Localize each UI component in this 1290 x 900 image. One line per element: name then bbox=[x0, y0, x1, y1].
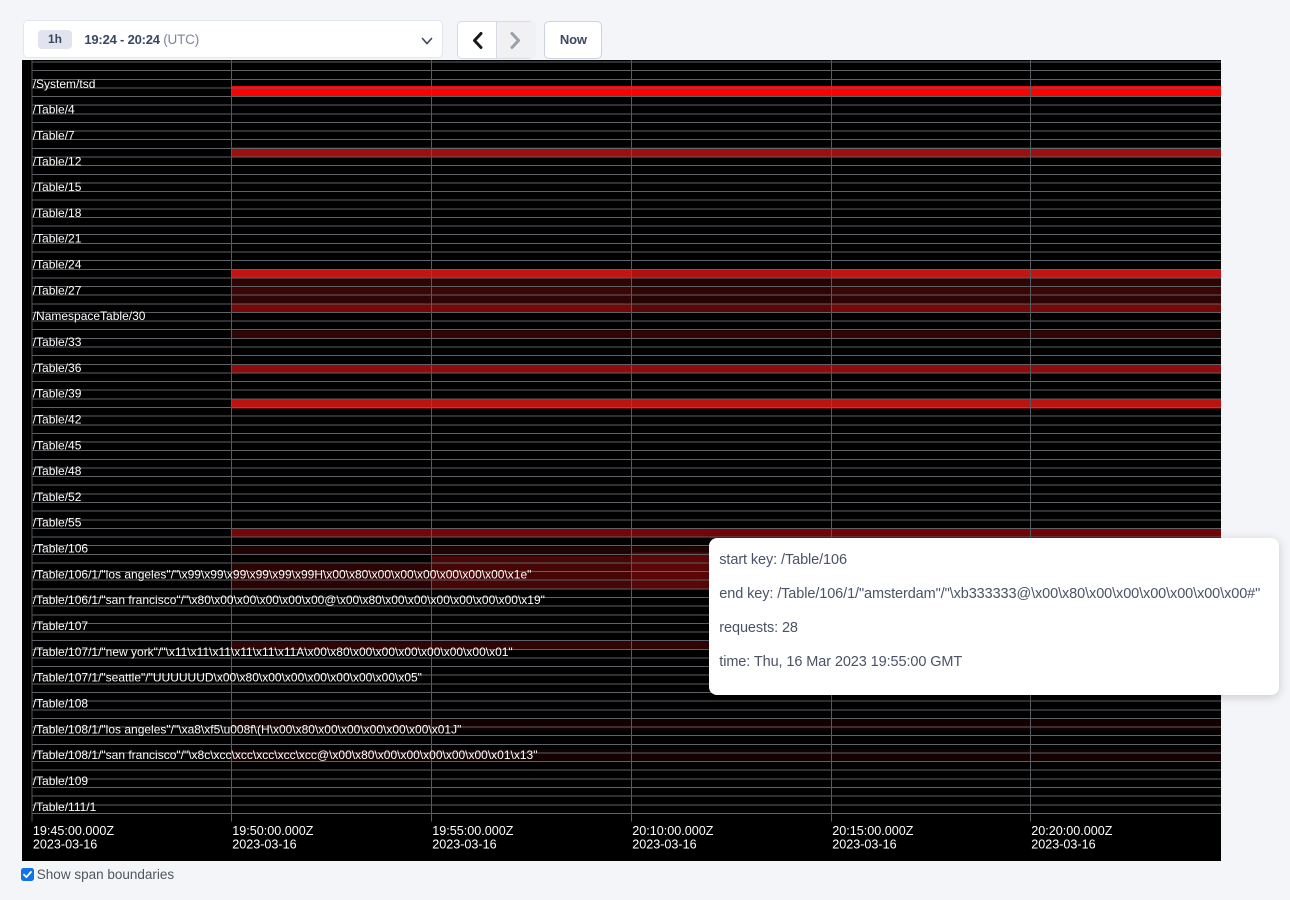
svg-text:/Table/33: /Table/33 bbox=[32, 335, 81, 349]
svg-text:/Table/106/1/"san francisco"/": /Table/106/1/"san francisco"/"\x80\x00\x… bbox=[32, 593, 544, 607]
svg-text:2023-03-16: 2023-03-16 bbox=[432, 838, 496, 852]
svg-text:/Table/48: /Table/48 bbox=[32, 464, 81, 478]
svg-text:19:45:00.000Z: 19:45:00.000Z bbox=[32, 824, 114, 838]
svg-text:20:20:00.000Z: 20:20:00.000Z bbox=[1031, 824, 1113, 838]
svg-text:/System/tsd: /System/tsd bbox=[32, 77, 95, 91]
svg-text:/Table/12: /Table/12 bbox=[32, 155, 81, 169]
svg-text:/Table/7: /Table/7 bbox=[32, 129, 74, 143]
svg-text:2023-03-16: 2023-03-16 bbox=[1031, 838, 1095, 852]
svg-text:/Table/109: /Table/109 bbox=[32, 774, 88, 788]
svg-text:19:55:00.000Z: 19:55:00.000Z bbox=[432, 824, 514, 838]
svg-text:2023-03-16: 2023-03-16 bbox=[632, 838, 696, 852]
svg-text:/Table/21: /Table/21 bbox=[32, 232, 81, 246]
svg-text:/Table/45: /Table/45 bbox=[32, 439, 81, 453]
svg-text:20:15:00.000Z: 20:15:00.000Z bbox=[832, 824, 914, 838]
svg-text:/Table/106: /Table/106 bbox=[32, 542, 88, 556]
svg-text:/Table/55: /Table/55 bbox=[32, 516, 81, 530]
svg-text:2023-03-16: 2023-03-16 bbox=[832, 838, 896, 852]
svg-text:/Table/4: /Table/4 bbox=[32, 103, 74, 117]
svg-text:/Table/108: /Table/108 bbox=[32, 697, 88, 711]
svg-text:/Table/107/1/"seattle"/"UUUUUU: /Table/107/1/"seattle"/"UUUUUUD\x00\x80\… bbox=[32, 671, 421, 685]
svg-text:/Table/15: /Table/15 bbox=[32, 180, 81, 194]
svg-text:/Table/111/1: /Table/111/1 bbox=[32, 800, 96, 814]
svg-text:/Table/108/1/"san francisco"/": /Table/108/1/"san francisco"/"\x8c\xcc\x… bbox=[32, 748, 537, 762]
svg-text:/Table/36: /Table/36 bbox=[32, 361, 81, 375]
svg-text:/Table/106/1/"los angeles"/"\x: /Table/106/1/"los angeles"/"\x99\x99\x99… bbox=[32, 568, 531, 582]
svg-text:19:50:00.000Z: 19:50:00.000Z bbox=[232, 824, 314, 838]
svg-text:2023-03-16: 2023-03-16 bbox=[232, 838, 296, 852]
svg-text:/Table/52: /Table/52 bbox=[32, 490, 81, 504]
svg-text:/Table/27: /Table/27 bbox=[32, 284, 81, 298]
svg-text:/Table/39: /Table/39 bbox=[32, 387, 81, 401]
svg-text:/Table/107: /Table/107 bbox=[32, 619, 88, 633]
svg-text:2023-03-16: 2023-03-16 bbox=[32, 838, 96, 852]
svg-text:/Table/107/1/"new york"/"\x11\: /Table/107/1/"new york"/"\x11\x11\x11\x1… bbox=[32, 645, 512, 659]
svg-text:20:10:00.000Z: 20:10:00.000Z bbox=[632, 824, 714, 838]
svg-text:/Table/18: /Table/18 bbox=[32, 206, 81, 220]
svg-text:/Table/108/1/"los angeles"/"\x: /Table/108/1/"los angeles"/"\xa8\xf5\u00… bbox=[32, 723, 461, 737]
svg-text:/NamespaceTable/30: /NamespaceTable/30 bbox=[32, 309, 145, 323]
svg-text:/Table/42: /Table/42 bbox=[32, 413, 81, 427]
svg-text:/Table/24: /Table/24 bbox=[32, 258, 81, 272]
